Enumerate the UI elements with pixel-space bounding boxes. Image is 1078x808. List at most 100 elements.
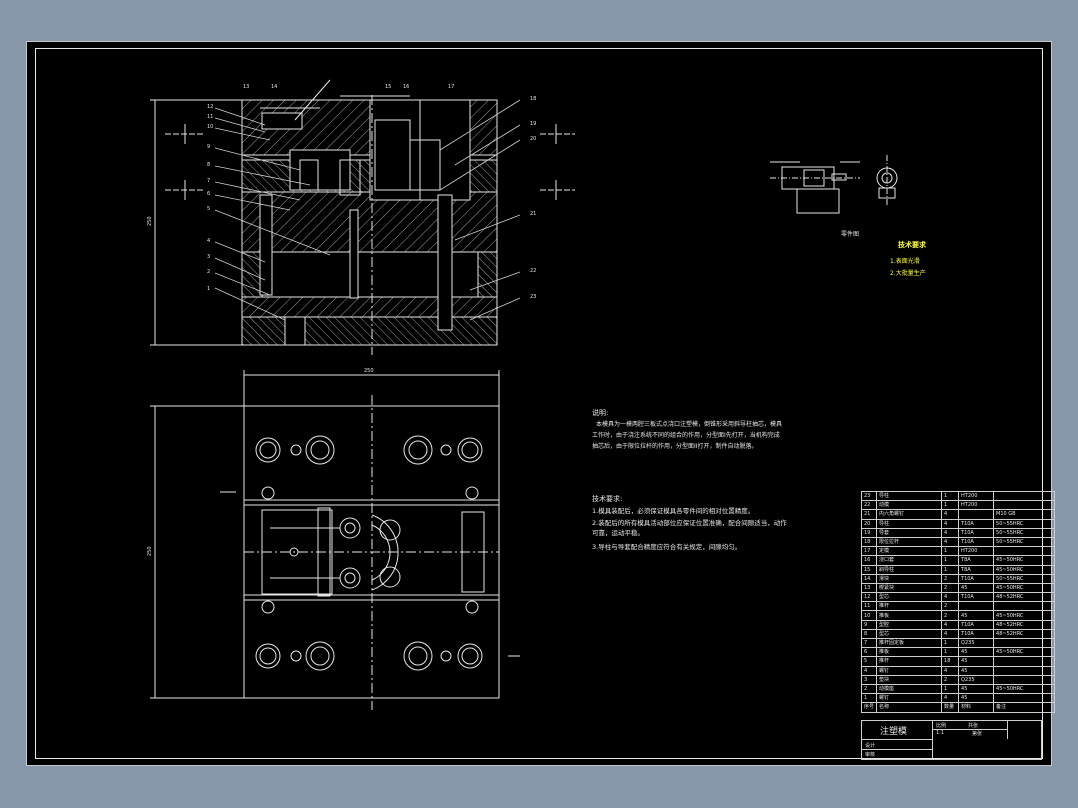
callout-23: 23: [530, 294, 536, 300]
bom-cell: 14: [860, 573, 878, 584]
bom-cell: 定模: [876, 546, 943, 557]
callout-12: 12: [207, 104, 213, 110]
bom-cell: 1: [941, 564, 960, 575]
callout-13: 13: [243, 84, 249, 90]
bom-row: 22 动模 1 HT200: [860, 500, 1056, 511]
bom-cell: 4: [941, 509, 960, 520]
bom-row: 2 动模座 1 45 45~50HRC: [860, 683, 1056, 695]
bom-cell: 4: [941, 518, 960, 529]
dimension-front-height: 250: [147, 216, 153, 226]
bom-cell: 11: [860, 601, 878, 612]
bom-cell: 型腔: [876, 619, 943, 630]
title-block: 注塑模 比例 1:1 共张 第张 设计 审核: [861, 720, 1042, 760]
bom-cell: 1: [941, 546, 960, 557]
part-tech-req-item: 2.大批量生产: [890, 270, 926, 277]
bom-cell: T8A: [958, 564, 995, 575]
bom-cell: 45: [958, 647, 995, 658]
bom-cell: Q235: [958, 637, 995, 649]
bom-cell: 22: [860, 500, 878, 511]
tech-req-line: 1.模具装配后，必须保证模具各零件间的相对位置精度。: [592, 507, 755, 515]
bom-cell: 垫块: [876, 674, 943, 685]
bom-cell: 4: [941, 592, 960, 603]
bom-row: 序号 名称 数量 材料 备注: [860, 702, 1056, 713]
bom-row: 21 内六角螺钉 4 M10 GB: [860, 509, 1056, 520]
bom-cell: T10A: [958, 573, 995, 584]
bom-cell: 50~55HRC: [993, 527, 1056, 538]
bom-cell: 备注: [993, 702, 1056, 713]
bom-cell: 8: [860, 628, 878, 640]
bom-cell: [993, 674, 1056, 685]
bom-cell: 1: [860, 693, 878, 704]
bom-cell: 18: [941, 656, 960, 667]
bom-cell: 螺钉: [876, 693, 943, 704]
description-heading: 说明:: [592, 409, 609, 417]
bom-cell: [993, 546, 1056, 557]
callout-18: 18: [530, 96, 536, 102]
bom-cell: 45: [958, 665, 995, 676]
bom-cell: 4: [941, 619, 960, 630]
bom-cell: 2: [860, 683, 878, 695]
bom-cell: 浇口套: [876, 555, 943, 566]
scale-value: 1:1: [936, 730, 945, 736]
callout-3: 3: [207, 254, 210, 260]
bom-row: 5 推杆 18 45: [860, 656, 1056, 667]
bom-cell: 动模座: [876, 683, 943, 695]
bom-cell: 45: [958, 610, 995, 621]
plan-view: [150, 370, 520, 710]
bom-cell: 50~55HRC: [993, 573, 1056, 584]
bom-cell: 12: [860, 592, 878, 603]
callout-8: 8: [207, 162, 210, 168]
bom-cell: 48~52HRC: [993, 619, 1056, 630]
bom-row: 4 螺钉 4 45: [860, 665, 1056, 676]
bom-cell: 45~50HRC: [993, 647, 1056, 658]
callout-20: 20: [530, 136, 536, 142]
callout-19: 19: [530, 121, 536, 127]
bom-cell: 2: [941, 582, 960, 594]
bom-cell: 1: [941, 500, 960, 511]
bom-cell: 45~50HRC: [993, 564, 1056, 575]
bom-cell: T10A: [958, 518, 995, 529]
bom-row: 13 楔紧块 2 45 45~50HRC: [860, 582, 1056, 594]
bom-cell: 1: [941, 647, 960, 658]
bom-cell: 50~55HRC: [993, 518, 1056, 529]
callout-22: 22: [530, 268, 536, 274]
bom-cell: 导套: [876, 527, 943, 538]
bom-cell: 4: [941, 665, 960, 676]
bom-cell: T10A: [958, 536, 995, 548]
bom-row: 8 型芯 4 T10A 48~52HRC: [860, 628, 1056, 640]
bom-cell: 滑块: [876, 573, 943, 584]
bom-cell: 导柱: [876, 518, 943, 529]
bom-cell: [958, 601, 995, 612]
callout-16: 16: [403, 84, 409, 90]
bom-cell: 16: [860, 555, 878, 566]
callout-7: 7: [207, 178, 210, 184]
bom-cell: T10A: [958, 592, 995, 603]
bom-cell: 4: [941, 693, 960, 704]
part-tech-req-title: 技术要求: [898, 241, 926, 249]
bom-row: 20 导柱 4 T10A 50~55HRC: [860, 518, 1056, 529]
callout-14: 14: [271, 84, 277, 90]
callout-5: 5: [207, 206, 210, 212]
bom-cell: 推板: [876, 610, 943, 621]
bom-cell: 材料: [958, 702, 995, 713]
bom-cell: T10A: [958, 619, 995, 630]
bom-cell: 3: [860, 674, 878, 685]
bom-cell: M10 GB: [993, 509, 1056, 520]
bom-cell: 楔紧块: [876, 582, 943, 594]
bom-cell: 4: [941, 536, 960, 548]
callout-17: 17: [448, 84, 454, 90]
bom-cell: Q235: [958, 674, 995, 685]
bom-cell: 斜导柱: [876, 564, 943, 575]
bom-row: 15 斜导柱 1 T8A 45~50HRC: [860, 564, 1056, 575]
bom-cell: 45~50HRC: [993, 582, 1056, 594]
bill-of-materials: 23 导柱 1 HT200 22 动模 1 HT200 21 内六角螺钉 4 M10 GB 20 导柱 4 T…: [860, 490, 1056, 713]
bom-cell: 推杆固定板: [876, 637, 943, 649]
bom-cell: HT200: [958, 546, 995, 557]
callout-21: 21: [530, 211, 536, 217]
bom-row: 6 推板 1 45 45~50HRC: [860, 647, 1056, 658]
bom-row: 7 推杆固定板 1 Q235: [860, 637, 1056, 649]
bom-cell: 名称: [876, 702, 943, 713]
tech-req-line: 2.装配后的所有模具活动部位应保证位置准确，配合间隙适当，动作: [592, 519, 787, 527]
bom-cell: [993, 693, 1056, 704]
sheet-value: 第张: [972, 731, 983, 737]
